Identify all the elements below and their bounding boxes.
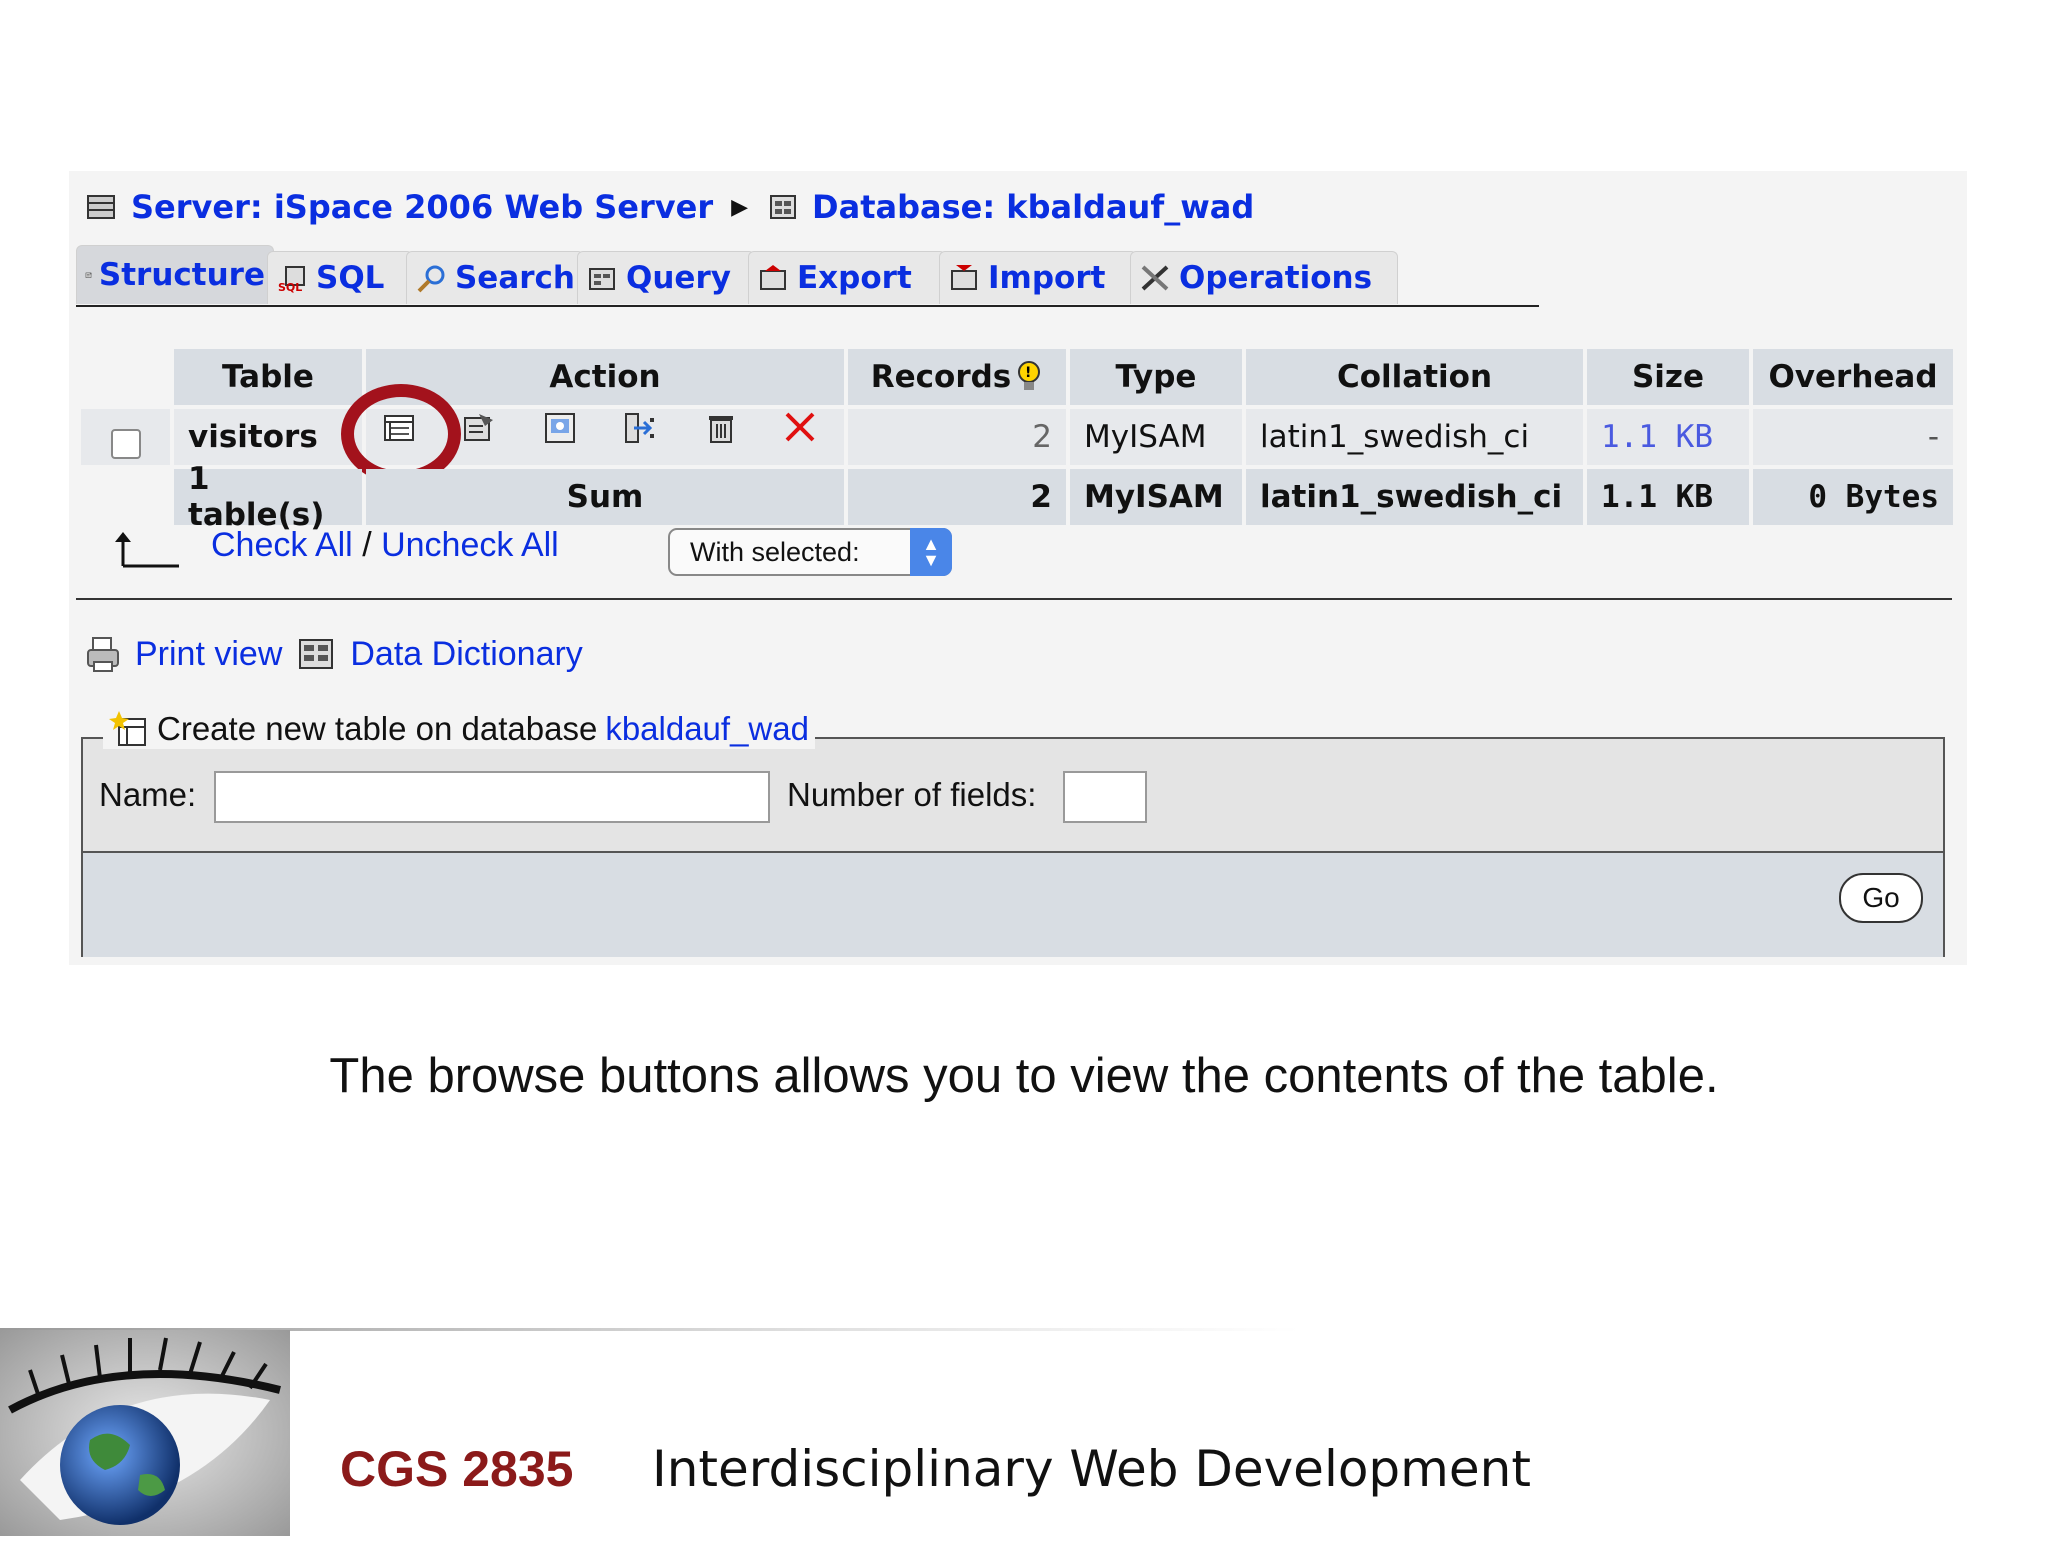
header-type: Type [1070,349,1242,405]
empty-icon[interactable] [701,408,741,448]
print-view-link[interactable]: Print view [135,635,282,674]
row-collation: latin1_swedish_ci [1246,409,1583,465]
tab-structure[interactable]: Structure [76,245,274,304]
number-of-fields-input[interactable] [1063,771,1147,823]
course-title: Interdisciplinary Web Development [652,1440,1531,1498]
drop-icon[interactable] [781,408,821,448]
create-table-database-link[interactable]: kbaldauf_wad [605,710,809,748]
header-size: Size [1587,349,1749,405]
name-label: Name: [99,776,197,813]
data-dictionary-link[interactable]: Data Dictionary [350,635,582,674]
table-name-visitors[interactable]: visitors [174,409,362,465]
svg-text:!: ! [1025,365,1031,381]
check-uncheck-links: Check All / Uncheck All [211,526,559,565]
server-icon [85,192,119,222]
table-name-input[interactable] [214,771,770,823]
row-records: 2 [848,409,1066,465]
with-selected-value: With selected: [690,536,860,567]
search-icon [415,263,449,293]
phpmyadmin-screenshot: Server: iSpace 2006 Web Server ▶ Databas… [69,171,1967,965]
sum-type: MyISAM [1070,469,1242,525]
sum-overhead: 0 Bytes [1753,469,1953,525]
tab-bar: Structure SQL SQL Search Query Export Im… [76,245,1539,307]
select-arrow-icon [109,528,181,570]
row-overhead: - [1753,409,1953,465]
svg-text:SQL: SQL [278,281,302,293]
uncheck-all-link[interactable]: Uncheck All [381,526,559,564]
create-table-legend: Create new table on database kbaldauf_wa… [103,709,815,749]
tab-label: Query [626,260,731,296]
sum-table-count: 1 table(s) [174,461,362,533]
database-link[interactable]: Database: kbaldauf_wad [812,188,1254,226]
header-overhead: Overhead [1753,349,1953,405]
header-collation: Collation [1246,349,1583,405]
operations-icon [1139,263,1173,293]
tab-label: Export [797,260,912,296]
tab-sql[interactable]: SQL SQL [267,251,413,304]
query-icon [586,263,620,293]
tab-export[interactable]: Export [748,251,946,304]
check-all-link[interactable]: Check All [211,526,353,564]
select-stepper-icon: ▲ ▼ [910,528,952,576]
tab-search[interactable]: Search [406,251,584,304]
with-selected-select[interactable]: With selected: ▲ ▼ [668,528,952,576]
tab-label: Import [988,260,1106,296]
divider [76,598,1952,600]
header-records: Records ! [848,349,1066,405]
tab-label: Operations [1179,260,1373,296]
lightbulb-icon[interactable]: ! [1015,360,1043,394]
table-structure-icon[interactable] [459,408,499,448]
row-size[interactable]: 1.1 KB [1587,409,1749,465]
tab-label: Search [454,260,575,296]
server-link[interactable]: Server: iSpace 2006 Web Server [131,188,713,226]
eye-globe-logo [0,1330,290,1536]
structure-icon [85,260,93,290]
sql-icon: SQL [276,263,310,294]
database-icon [766,192,800,222]
go-button[interactable]: Go [1839,873,1923,923]
sum-size: 1.1 KB [1587,469,1749,525]
row-type: MyISAM [1070,409,1242,465]
sum-collation: latin1_swedish_ci [1246,469,1583,525]
import-icon [948,263,982,293]
new-table-icon [109,709,149,749]
tab-operations[interactable]: Operations [1130,251,1398,304]
number-of-fields-label: Number of fields: [787,776,1037,813]
row-checkbox[interactable] [111,429,141,459]
create-table-text: Create new table on database [157,710,598,747]
check-separator: / [362,526,372,564]
secondary-links: Print view Data Dictionary [85,634,583,674]
slide-caption: The browse buttons allows you to view th… [329,1049,1719,1103]
breadcrumb: Server: iSpace 2006 Web Server ▶ Databas… [85,185,1254,229]
insert-icon[interactable] [620,408,660,448]
sum-label: Sum [366,469,844,525]
header-records-label: Records [870,359,1012,395]
course-code: CGS 2835 [340,1441,574,1497]
sum-records: 2 [848,469,1066,525]
form-button-bar: Go [83,851,1943,957]
tab-import[interactable]: Import [939,251,1137,304]
header-table: Table [174,349,362,405]
tab-label: Structure [98,257,265,293]
breadcrumb-arrow-icon: ▶ [731,194,749,220]
tab-query[interactable]: Query [577,251,755,304]
printer-icon [85,634,121,674]
table-search-icon[interactable] [540,408,580,448]
data-dictionary-icon [296,636,336,672]
export-icon [757,263,791,293]
tab-label: SQL [316,260,385,296]
